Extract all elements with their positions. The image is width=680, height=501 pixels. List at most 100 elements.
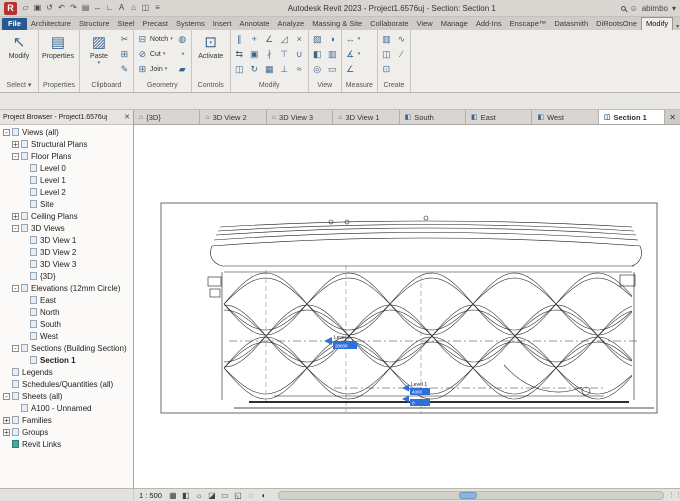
trim-icon[interactable]: ∠ bbox=[264, 32, 275, 46]
ribbon-tab-analyze[interactable]: Analyze bbox=[274, 18, 309, 30]
ribbon-tab-steel[interactable]: Steel bbox=[113, 18, 138, 30]
toggle-minus-icon[interactable]: - bbox=[3, 392, 10, 400]
cut-icon[interactable]: ✂ bbox=[119, 32, 130, 46]
measure-icon[interactable]: ↔ bbox=[92, 2, 103, 14]
views-icon[interactable]: ▥ bbox=[327, 47, 338, 61]
horizontal-scrollbar[interactable] bbox=[277, 490, 664, 500]
browser-item-north[interactable]: North bbox=[0, 306, 133, 318]
detail-line-icon[interactable]: ∕ bbox=[396, 47, 407, 61]
split-face-icon[interactable]: ◔ bbox=[177, 47, 188, 61]
ribbon-tab-manage[interactable]: Manage bbox=[437, 18, 472, 30]
rotate-icon[interactable]: ↻ bbox=[249, 62, 260, 76]
browser-item-section-1[interactable]: Section 1 bbox=[0, 354, 133, 366]
toggle-minus-icon[interactable]: - bbox=[12, 284, 19, 292]
scale-icon[interactable]: ◿ bbox=[279, 32, 290, 46]
view-tab-south[interactable]: ◧ South bbox=[399, 110, 467, 124]
paste-tool[interactable]: ▨ Paste ▾ bbox=[83, 32, 115, 66]
section-icon[interactable]: ◫ bbox=[140, 2, 151, 14]
browser-item-views-all[interactable]: - Views (all) bbox=[0, 126, 133, 138]
crop-view-icon[interactable]: ▭ bbox=[220, 491, 230, 500]
ribbon-tab-annotate[interactable]: Annotate bbox=[235, 18, 273, 30]
level-marker-0[interactable]: 0 bbox=[402, 395, 430, 407]
align-icon[interactable]: ∥ bbox=[234, 32, 245, 46]
ribbon-tab-file[interactable]: File bbox=[2, 18, 27, 30]
angle-dimension-tool[interactable]: ∠ bbox=[345, 62, 361, 76]
ribbon-tab-structure[interactable]: Structure bbox=[75, 18, 113, 30]
cut-geometry-tool[interactable]: ⊘ Cut ▾ bbox=[137, 47, 173, 61]
view-tab-3d[interactable]: ⌂ {3D} bbox=[134, 110, 201, 124]
aligned-dimension-icon[interactable]: ∟ bbox=[104, 2, 115, 14]
toggle-plus-icon[interactable]: + bbox=[3, 428, 10, 436]
browser-item-east[interactable]: East bbox=[0, 294, 133, 306]
notch-tool[interactable]: ⊟ Notch ▾ bbox=[137, 32, 173, 46]
browser-item-3d-views[interactable]: -3D Views bbox=[0, 222, 133, 234]
view-tab-3d-view-3[interactable]: ⌂ 3D View 3 bbox=[266, 110, 334, 124]
create-group-icon[interactable]: ⊡ bbox=[381, 62, 392, 76]
redo-icon[interactable]: ↷ bbox=[68, 2, 79, 14]
copy-icon[interactable]: ⊞ bbox=[119, 47, 130, 61]
mirror-icon[interactable]: ◫ bbox=[234, 62, 245, 76]
toggle-minus-icon[interactable]: - bbox=[12, 224, 19, 232]
resize-grip[interactable]: ⋮⋮ bbox=[668, 491, 680, 499]
ribbon-collapse-icon[interactable]: ▾ bbox=[673, 23, 680, 30]
browser-item-west[interactable]: West bbox=[0, 330, 133, 342]
ribbon-tab-enscape[interactable]: Enscape™ bbox=[506, 18, 551, 30]
detail-level-icon[interactable]: ▦ bbox=[168, 491, 178, 500]
browser-item-site[interactable]: Site bbox=[0, 198, 133, 210]
browser-item-sheets-all[interactable]: - Sheets (all) bbox=[0, 390, 133, 402]
copy-element-icon[interactable]: ▣ bbox=[249, 47, 260, 61]
ribbon-tab-view[interactable]: View bbox=[413, 18, 437, 30]
browser-item-south[interactable]: South bbox=[0, 318, 133, 330]
browser-item-level-2[interactable]: Level 2 bbox=[0, 186, 133, 198]
browser-item-groups[interactable]: + Groups bbox=[0, 426, 133, 438]
level-marker-1[interactable]: Level 1 4000 bbox=[402, 382, 430, 395]
toggle-minus-icon[interactable]: - bbox=[12, 152, 19, 160]
render-icon[interactable]: ◑ bbox=[327, 32, 338, 46]
3d-view-icon[interactable]: ⌂ bbox=[128, 2, 139, 14]
browser-item-3d[interactable]: {3D} bbox=[0, 270, 133, 282]
cutaway-icon[interactable]: ◧ bbox=[312, 47, 323, 61]
text-icon[interactable]: A bbox=[116, 2, 127, 14]
browser-item-elevations-12mm-circle[interactable]: - Elevations (12mm Circle) bbox=[0, 282, 133, 294]
toggle-plus-icon[interactable]: + bbox=[12, 212, 19, 220]
browser-item-structural-plans[interactable]: + Structural Plans bbox=[0, 138, 133, 150]
toggle-plus-icon[interactable]: + bbox=[3, 416, 10, 424]
drawing-area[interactable]: Level 2 28000 Level 1 4000 0 bbox=[134, 125, 680, 488]
print-icon[interactable]: ▤ bbox=[80, 2, 91, 14]
join-unjoin-icon[interactable]: ∪ bbox=[294, 47, 305, 61]
thin-lines-icon[interactable]: ≡ bbox=[152, 2, 163, 14]
show-crop-region-icon[interactable]: ◱ bbox=[233, 491, 243, 500]
create-parts-icon[interactable]: ▥ bbox=[381, 32, 392, 46]
browser-item-sections-building-section[interactable]: - Sections (Building Section) bbox=[0, 342, 133, 354]
reveal-hidden-icon[interactable]: ◐ bbox=[259, 491, 269, 500]
open-icon[interactable]: ▱ bbox=[20, 2, 31, 14]
view-tab-3d-view-2[interactable]: ⌂ 3D View 2 bbox=[200, 110, 267, 124]
camera-icon[interactable]: ◎ bbox=[312, 62, 323, 76]
activate-controls-tool[interactable]: ⊡ Activate bbox=[195, 32, 227, 61]
undo-icon[interactable]: ↶ bbox=[56, 2, 67, 14]
revit-logo-icon[interactable]: R bbox=[4, 1, 17, 15]
paint-icon[interactable]: ◍ bbox=[177, 32, 188, 46]
browser-item-legends[interactable]: Legends bbox=[0, 366, 133, 378]
view-tab-3d-view-1[interactable]: ⌂ 3D View 1 bbox=[333, 110, 400, 124]
search-icon[interactable] bbox=[620, 5, 626, 11]
ribbon-tab-precast[interactable]: Precast bbox=[139, 18, 172, 30]
browser-item-revit-links[interactable]: Revit Links bbox=[0, 438, 133, 450]
offset-icon[interactable]: ⇆ bbox=[234, 47, 245, 61]
save-icon[interactable]: ▣ bbox=[32, 2, 43, 14]
temporary-hide-icon[interactable]: ◌ bbox=[246, 491, 256, 500]
sun-path-icon[interactable]: ☼ bbox=[194, 491, 204, 500]
account-menu-arrow-icon[interactable]: ▾ bbox=[672, 4, 676, 13]
move-icon[interactable]: + bbox=[249, 32, 260, 46]
properties-tool[interactable]: ▤ Properties bbox=[42, 32, 74, 61]
ribbon-tab-datasmith[interactable]: Datasmith bbox=[550, 18, 592, 30]
browser-item-level-0[interactable]: Level 0 bbox=[0, 162, 133, 174]
sync-icon[interactable]: ↺ bbox=[44, 2, 55, 14]
visual-style-icon[interactable]: ◧ bbox=[181, 491, 191, 500]
join-geometry-tool[interactable]: ⊞ Join ▾ bbox=[137, 62, 173, 76]
match-icon[interactable]: ≈ bbox=[294, 62, 305, 76]
browser-item-floor-plans[interactable]: - Floor Plans bbox=[0, 150, 133, 162]
browser-item-ceiling-plans[interactable]: + Ceiling Plans bbox=[0, 210, 133, 222]
shadows-icon[interactable]: ◪ bbox=[207, 491, 217, 500]
close-hidden-windows-icon[interactable]: ▭ bbox=[327, 62, 338, 76]
